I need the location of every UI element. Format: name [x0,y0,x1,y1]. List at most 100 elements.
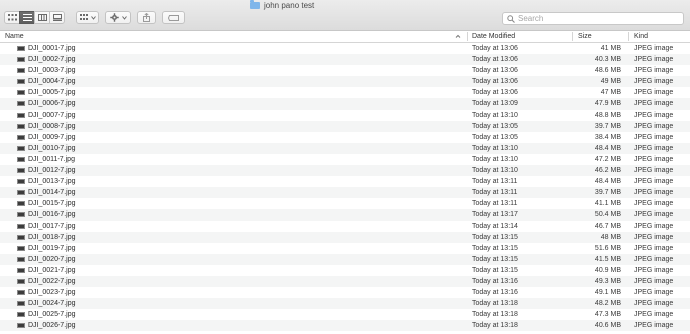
column-view-button[interactable] [34,11,50,24]
jpeg-thumbnail-icon [17,156,25,162]
file-date-modified: Today at 13:10 [472,111,518,119]
file-size: 49.1 MB [594,289,621,297]
file-name: DJI_0018-7.jpg [28,233,76,241]
jpeg-thumbnail-icon [17,278,25,284]
list-view-button[interactable] [19,11,35,24]
file-size: 48.4 MB [594,144,621,152]
jpeg-thumbnail-icon [17,101,25,107]
file-row[interactable]: DJI_0007-7.jpg Today at 13:10 48.8 MB JPEG … [0,110,690,121]
file-size: 48 MB [600,233,621,241]
file-name: DJI_0012-7.jpg [28,167,76,175]
jpeg-thumbnail-icon [17,68,25,74]
file-row[interactable]: DJI_0025-7.jpg Today at 13:18 47.3 MB JPEG … [0,309,690,320]
file-date-modified: Today at 13:06 [472,67,518,75]
file-name: DJI_0021-7.jpg [28,266,76,274]
file-name: DJI_0013-7.jpg [28,178,76,186]
chevron-down-icon [121,15,127,20]
file-kind: JPEG image [634,167,674,175]
file-row[interactable]: DJI_0017-7.jpg Today at 13:14 46.7 MB JPEG … [0,221,690,232]
file-kind: JPEG image [634,300,674,308]
file-row[interactable]: DJI_0002-7.jpg Today at 13:06 40.3 MB JPEG … [0,54,690,66]
file-row[interactable]: DJI_0020-7.jpg Today at 13:15 41.5 MB JPEG … [0,253,690,265]
column-divider[interactable] [572,32,573,41]
tags-button[interactable] [162,11,185,24]
column-divider[interactable] [628,32,629,41]
file-name: DJI_0024-7.jpg [28,300,76,308]
jpeg-thumbnail-icon [17,245,25,251]
file-row[interactable]: DJI_0009-7.jpg Today at 13:05 38.4 MB JPEG … [0,132,690,143]
file-size: 46.7 MB [594,222,621,230]
file-row[interactable]: DJI_0004-7.jpg Today at 13:06 49 MB JPEG im… [0,76,690,88]
file-date-modified: Today at 13:18 [472,322,518,330]
size-column-header[interactable]: Size [578,31,592,42]
file-row[interactable]: DJI_0015-7.jpg Today at 13:11 41.1 MB JPEG … [0,198,690,209]
jpeg-thumbnail-icon [17,190,25,196]
file-row[interactable]: DJI_0006-7.jpg Today at 13:09 47.9 MB JPEG … [0,98,690,110]
file-date-modified: Today at 13:16 [472,277,518,285]
file-row[interactable]: DJI_0018-7.jpg Today at 13:15 48 MB JPEG im… [0,231,690,243]
file-kind: JPEG image [634,289,674,297]
file-kind: JPEG image [634,67,674,75]
file-row[interactable]: DJI_0024-7.jpg Today at 13:18 48.2 MB JPEG … [0,298,690,310]
list-icon [22,14,32,21]
search-field[interactable] [502,12,684,25]
file-row[interactable]: DJI_0023-7.jpg Today at 13:16 49.1 MB JPEG … [0,287,690,298]
window-title: john pano test [250,0,314,10]
file-kind: JPEG image [634,155,674,163]
jpeg-thumbnail-icon [17,234,25,240]
file-row[interactable]: DJI_0012-7.jpg Today at 13:10 46.2 MB JPEG … [0,165,690,177]
file-kind: JPEG image [634,111,674,119]
file-size: 47.2 MB [594,155,621,163]
chevron-down-icon [90,15,96,20]
kind-column-header[interactable]: Kind [634,31,648,42]
file-date-modified: Today at 13:15 [472,255,518,263]
columns-icon [37,14,47,21]
sort-ascending-icon[interactable] [455,31,461,42]
file-row[interactable]: DJI_0014-7.jpg Today at 13:11 39.7 MB JPEG … [0,187,690,199]
file-row[interactable]: DJI_0019-7.jpg Today at 13:15 51.6 MB JPEG … [0,243,690,254]
file-date-modified: Today at 13:17 [472,211,518,219]
share-icon [143,13,150,22]
file-size: 41.5 MB [594,255,621,263]
file-size: 48.6 MB [594,67,621,75]
gallery-view-button[interactable] [49,11,65,24]
file-name: DJI_0001-7.jpg [28,45,76,52]
file-row[interactable]: DJI_0010-7.jpg Today at 13:10 48.4 MB JPEG … [0,142,690,154]
action-button[interactable] [105,11,131,24]
view-mode-control [4,11,65,24]
file-size: 47.3 MB [594,311,621,319]
file-name: DJI_0010-7.jpg [28,144,76,152]
file-row[interactable]: DJI_0026-7.jpg Today at 13:18 40.6 MB JPEG … [0,320,690,332]
file-name: DJI_0015-7.jpg [28,200,76,208]
share-button[interactable] [137,11,156,24]
file-row[interactable]: DJI_0013-7.jpg Today at 13:11 48.4 MB JPEG … [0,176,690,187]
jpeg-thumbnail-icon [17,123,25,129]
file-row[interactable]: DJI_0022-7.jpg Today at 13:16 49.3 MB JPEG … [0,275,690,288]
file-row[interactable]: DJI_0011-7.jpg Today at 13:10 47.2 MB JPEG … [0,154,690,165]
file-row[interactable]: DJI_0001-7.jpg Today at 13:06 41 MB JPEG im… [0,43,690,54]
jpeg-thumbnail-icon [17,145,25,151]
file-row[interactable]: DJI_0016-7.jpg Today at 13:17 50.4 MB JPEG … [0,209,690,221]
file-row[interactable]: DJI_0003-7.jpg Today at 13:06 48.6 MB JPEG … [0,65,690,76]
column-divider[interactable] [467,32,468,41]
date-column-header[interactable]: Date Modified [472,31,515,42]
file-row[interactable]: DJI_0021-7.jpg Today at 13:15 40.9 MB JPEG … [0,265,690,276]
file-row[interactable]: DJI_0008-7.jpg Today at 13:05 39.7 MB JPEG … [0,120,690,132]
file-kind: JPEG image [634,78,674,86]
share-control [137,11,156,24]
file-date-modified: Today at 13:14 [472,222,518,230]
file-size: 47.9 MB [594,100,621,108]
jpeg-thumbnail-icon [17,301,25,307]
file-size: 46.2 MB [594,167,621,175]
file-name: DJI_0026-7.jpg [28,322,76,330]
group-by-button[interactable] [76,11,99,24]
name-column-header[interactable]: Name [5,31,24,42]
jpeg-thumbnail-icon [17,168,25,174]
file-row[interactable]: DJI_0005-7.jpg Today at 13:06 47 MB JPEG im… [0,87,690,98]
file-date-modified: Today at 13:15 [472,266,518,274]
file-kind: JPEG image [634,255,674,263]
icon-view-button[interactable] [4,11,20,24]
search-icon [506,14,516,23]
search-input[interactable] [516,14,668,23]
file-size: 49 MB [600,78,621,86]
